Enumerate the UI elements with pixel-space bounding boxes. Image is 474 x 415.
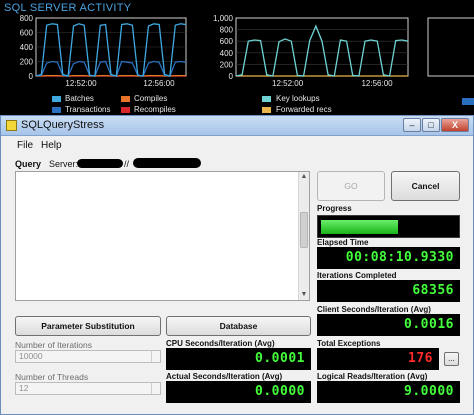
y-tick-label: 400 [220, 49, 234, 58]
threads-label: Number of Threads [15, 372, 89, 382]
chart2-legend: Key lookups Forwarded recs [262, 93, 332, 115]
cpu-seconds-value: 0.0001 [166, 348, 311, 370]
threads-input[interactable]: 12 [15, 382, 161, 395]
legend-swatch [52, 95, 61, 102]
progress-label: Progress [317, 204, 352, 213]
series-line-batches [35, 23, 187, 77]
scroll-down-icon[interactable]: ▼ [300, 291, 308, 299]
y-tick-label: 0 [229, 72, 234, 81]
y-tick-label: 600 [20, 29, 34, 38]
title-bar[interactable]: SQLQueryStress – □ X [1, 116, 473, 136]
redacted-server-name [77, 159, 123, 168]
logical-reads-value: 9.0000 [317, 381, 460, 403]
y-tick-label: 200 [20, 58, 34, 67]
legend-label: Batches [65, 94, 94, 103]
close-button[interactable]: X [441, 118, 469, 132]
redacted-database-name [133, 158, 201, 168]
menu-bar: File Help [1, 137, 473, 154]
series-line-key-lookups [235, 24, 409, 77]
client-seconds-label: Client Seconds/Iteration (Avg) [317, 305, 431, 314]
total-exceptions-label: Total Exceptions [317, 339, 381, 348]
iterations-completed-value: 68356 [317, 280, 460, 302]
chart3-legend-swatch [462, 98, 474, 105]
iterations-spinner[interactable] [151, 351, 160, 362]
y-tick-label: 200 [220, 60, 234, 69]
y-tick-label: 600 [220, 37, 234, 46]
legend-label: Key lookups [276, 94, 320, 103]
y-tick-label: 800 [220, 26, 234, 35]
total-exceptions-value: 176 [317, 348, 439, 370]
progress-fill [321, 220, 398, 234]
menu-help[interactable]: Help [41, 140, 62, 151]
legend-swatch [262, 106, 271, 113]
chart3-frame [427, 17, 474, 77]
elapsed-time-value: 00:08:10.9330 [317, 247, 460, 269]
logical-reads-label: Logical Reads/Iteration (Avg) [317, 372, 428, 381]
x-tick-label: 12:52:00 [65, 79, 97, 88]
sqlquerystress-window: SQLQueryStress – □ X File Help Query Ser… [0, 115, 474, 415]
query-editor[interactable]: ▲ ▼ [15, 171, 310, 301]
scroll-up-icon[interactable]: ▲ [300, 173, 308, 181]
cancel-button[interactable]: Cancel [391, 171, 460, 201]
maximize-button[interactable]: □ [422, 118, 440, 132]
legend-swatch [262, 95, 271, 102]
legend-compiles: Compiles [121, 94, 167, 103]
parameter-substitution-button[interactable]: Parameter Substitution [15, 316, 161, 336]
query-scrollbar[interactable]: ▲ ▼ [298, 172, 309, 300]
iterations-completed-label: Iterations Completed [317, 271, 397, 280]
legend-recompiles: Recompiles [121, 105, 176, 114]
server-separator: // [124, 159, 130, 169]
server-label: Server: [49, 159, 79, 169]
iterations-value: 10000 [19, 351, 43, 361]
legend-label: Transactions [65, 105, 111, 114]
iterations-input[interactable]: 10000 [15, 350, 161, 363]
y-tick-label: 0 [29, 72, 34, 81]
actual-seconds-label: Actual Seconds/Iteration (Avg) [166, 372, 283, 381]
x-tick-label: 12:56:00 [361, 79, 393, 88]
actual-seconds-value: 0.0000 [166, 381, 311, 403]
view-exceptions-button[interactable]: ... [444, 352, 459, 366]
cpu-seconds-label: CPU Seconds/Iteration (Avg) [166, 339, 275, 348]
iterations-label: Number of Iterations [15, 340, 93, 350]
menu-file[interactable]: File [17, 140, 33, 151]
threads-spinner[interactable] [151, 383, 160, 394]
legend-transactions: Transactions [52, 105, 116, 114]
legend-label: Compiles [134, 94, 168, 103]
elapsed-time-label: Elapsed Time [317, 238, 369, 247]
y-tick-label: 800 [20, 14, 34, 23]
legend-label: Recompiles [134, 105, 176, 114]
x-tick-label: 12:52:00 [272, 79, 304, 88]
query-label: Query [15, 159, 42, 169]
window-title: SQLQueryStress [21, 119, 105, 131]
screen: SQL SERVER ACTIVITY 800 600 400 200 0 12:52:0… [0, 0, 474, 415]
chart1-legend: Batches Compiles Transactions Recompiles [52, 93, 176, 115]
database-button[interactable]: Database [166, 316, 311, 336]
minimize-button[interactable]: – [403, 118, 421, 132]
x-tick-label: 12:56:00 [143, 79, 175, 88]
client-seconds-value: 0.0016 [317, 314, 460, 336]
y-tick-label: 400 [20, 43, 34, 52]
legend-swatch [121, 95, 130, 102]
scroll-thumb[interactable] [300, 212, 308, 248]
y-tick-label: 1,000 [213, 14, 234, 23]
progress-bar [317, 215, 460, 238]
threads-value: 12 [19, 383, 29, 393]
legend-label: Forwarded recs [276, 105, 332, 114]
app-icon [6, 120, 17, 131]
legend-swatch [121, 106, 130, 113]
go-button[interactable]: GO [317, 171, 385, 201]
legend-swatch [52, 106, 61, 113]
legend-batches: Batches [52, 94, 116, 103]
